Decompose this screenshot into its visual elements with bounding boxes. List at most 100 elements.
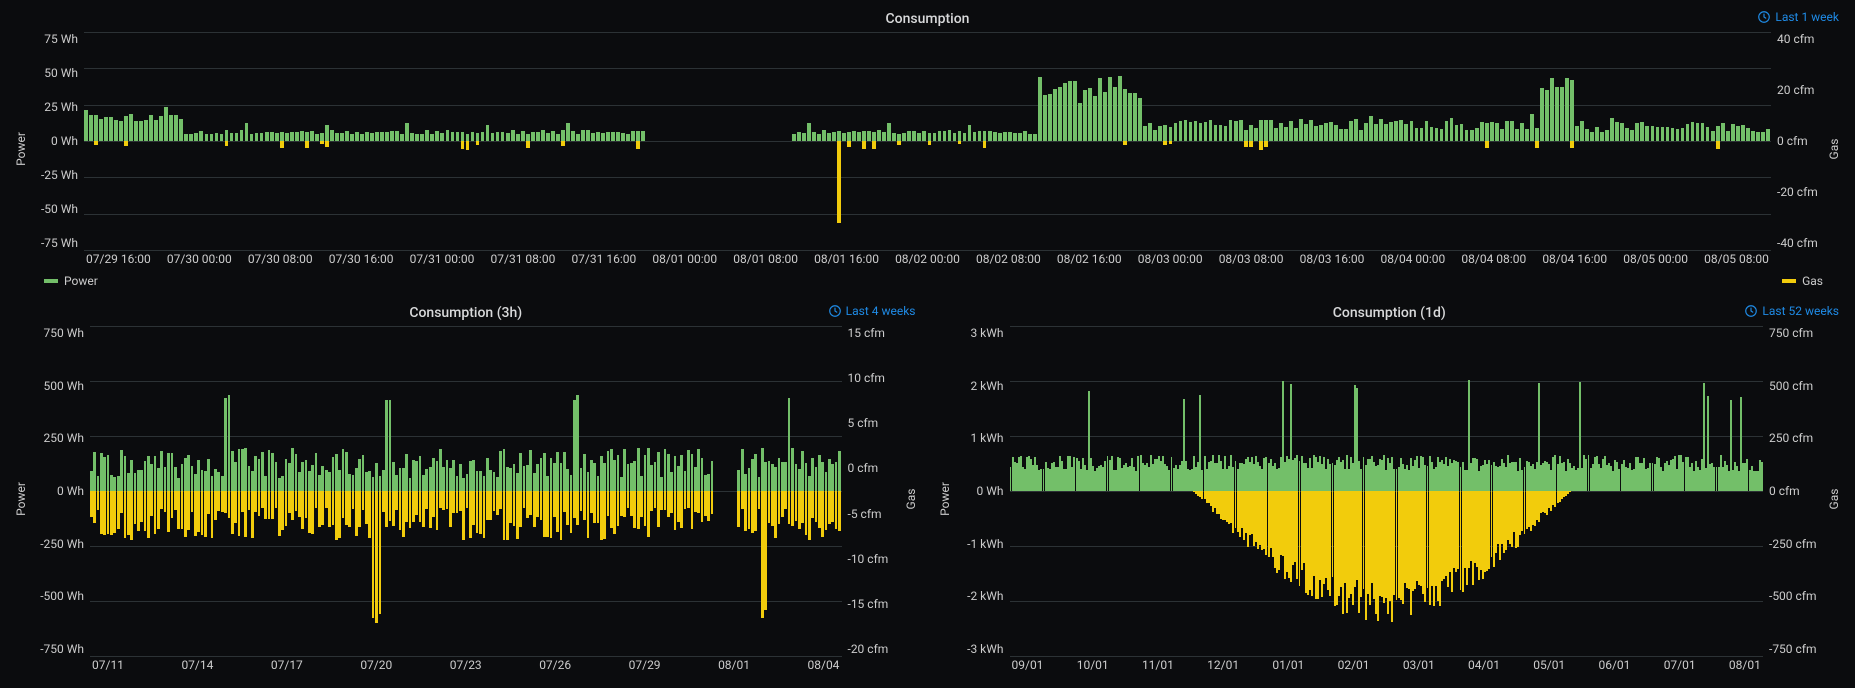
tick-label: 07/17 [271, 658, 303, 676]
tick-label: 50 Wh [44, 66, 78, 80]
legend: Power Gas [14, 270, 1841, 290]
tick-label: 250 cfm [1769, 431, 1813, 445]
time-range-label: Last 52 weeks [1762, 304, 1839, 318]
tick-label: 75 Wh [44, 32, 78, 46]
tick-label: -250 Wh [40, 537, 84, 551]
time-range-picker[interactable]: Last 4 weeks [828, 304, 916, 318]
panel-consumption-1d: Consumption (1d) Last 52 weeks Power 3 k… [930, 298, 1850, 684]
legend-label-power: Power [64, 274, 98, 288]
tick-label: -500 cfm [1769, 589, 1817, 603]
tick-label: -15 cfm [848, 597, 889, 611]
dashboard: Consumption Last 1 week Power 75 Wh 50 Wh… [0, 0, 1855, 688]
tick-label: 2 kWh [970, 379, 1003, 393]
tick-label: 07/20 [360, 658, 392, 676]
tick-label: 07/31 00:00 [410, 252, 475, 270]
y-axis-label-left: Power [14, 482, 28, 516]
tick-label: 08/01 [1729, 658, 1761, 676]
swatch-power [44, 279, 58, 283]
tick-label: 08/05 00:00 [1623, 252, 1688, 270]
time-range-picker[interactable]: Last 1 week [1757, 10, 1839, 24]
tick-label: 07/31 08:00 [491, 252, 556, 270]
tick-label: 07/30 08:00 [248, 252, 313, 270]
swatch-gas [1782, 279, 1796, 283]
tick-label: -10 cfm [848, 552, 889, 566]
plot-area[interactable]: 07/29 16:00 07/30 00:00 07/30 08:00 07/30 1… [84, 28, 1771, 270]
tick-label: 500 cfm [1769, 379, 1813, 393]
tick-label: -75 Wh [41, 236, 78, 250]
tick-label: 06/01 [1598, 658, 1630, 676]
tick-label: 07/29 16:00 [86, 252, 151, 270]
tick-label: -25 Wh [41, 168, 78, 182]
tick-label: 07/14 [181, 658, 213, 676]
tick-label: 07/30 00:00 [167, 252, 232, 270]
tick-label: 07/31 16:00 [571, 252, 636, 270]
tick-label: 07/01 [1664, 658, 1696, 676]
legend-label-gas: Gas [1802, 274, 1823, 288]
plot-area[interactable]: 07/1107/1407/1707/2007/2307/2607/2908/01… [90, 322, 842, 676]
tick-label: -50 Wh [41, 202, 78, 216]
tick-label: 08/02 08:00 [976, 252, 1041, 270]
time-range-picker[interactable]: Last 52 weeks [1744, 304, 1839, 318]
tick-label: 10 cfm [848, 371, 885, 385]
y-axis-left-ticks: 750 Wh500 Wh250 Wh0 Wh-250 Wh-500 Wh-750… [28, 322, 84, 676]
tick-label: 09/01 [1012, 658, 1044, 676]
y-axis-right-ticks: 15 cfm10 cfm5 cfm0 cfm-5 cfm-10 cfm-15 c… [848, 322, 904, 676]
tick-label: 500 Wh [44, 379, 84, 393]
tick-label: 07/30 16:00 [329, 252, 394, 270]
tick-label: -250 cfm [1769, 537, 1817, 551]
bars [1010, 326, 1764, 656]
tick-label: 5 cfm [848, 416, 879, 430]
y-axis-label-right: Gas [1827, 139, 1841, 160]
plot[interactable]: Power 75 Wh50 Wh25 Wh0 Wh-25 Wh-50 Wh-75… [14, 28, 1841, 270]
tick-label: -5 cfm [848, 507, 882, 521]
tick-label: 40 cfm [1777, 32, 1814, 46]
tick-label: 0 cfm [1769, 484, 1800, 498]
time-range-label: Last 1 week [1775, 10, 1839, 24]
y-axis-left-ticks: 75 Wh50 Wh25 Wh0 Wh-25 Wh-50 Wh-75 Wh [28, 28, 78, 270]
y-axis-right-ticks: 750 cfm500 cfm250 cfm0 cfm-250 cfm-500 c… [1769, 322, 1827, 676]
clock-icon [828, 304, 842, 318]
panel-header: Consumption (3h) Last 4 weeks [14, 304, 918, 322]
plot-area[interactable]: 09/0110/0111/0112/0101/0102/0103/0104/01… [1010, 322, 1764, 676]
tick-label: 02/01 [1338, 658, 1370, 676]
tick-label: 08/01 [718, 658, 750, 676]
tick-label: 08/04 08:00 [1461, 252, 1526, 270]
tick-label: 07/29 [629, 658, 661, 676]
panel-title: Consumption [886, 11, 970, 27]
clock-icon [1744, 304, 1758, 318]
tick-label: -3 kWh [967, 642, 1003, 656]
tick-label: 05/01 [1533, 658, 1565, 676]
tick-label: -500 Wh [40, 589, 84, 603]
tick-label: 0 Wh [57, 484, 84, 498]
tick-label: 08/04 00:00 [1381, 252, 1446, 270]
y-axis-left-ticks: 3 kWh2 kWh1 kWh0 Wh-1 kWh-2 kWh-3 kWh [952, 322, 1004, 676]
panel-consumption-3h: Consumption (3h) Last 4 weeks Power 750 … [6, 298, 926, 684]
tick-label: 01/01 [1272, 658, 1304, 676]
bars [84, 32, 1771, 250]
tick-label: -20 cfm [848, 642, 889, 656]
tick-label: 0 cfm [1777, 134, 1808, 148]
tick-label: 08/03 16:00 [1300, 252, 1365, 270]
tick-label: 08/05 08:00 [1704, 252, 1769, 270]
tick-label: 08/01 00:00 [652, 252, 717, 270]
panel-consumption-1w: Consumption Last 1 week Power 75 Wh 50 Wh… [6, 4, 1849, 298]
panel-title: Consumption (3h) [409, 305, 522, 321]
time-range-label: Last 4 weeks [846, 304, 916, 318]
tick-label: -750 Wh [40, 642, 84, 656]
plot[interactable]: Power 3 kWh2 kWh1 kWh0 Wh-1 kWh-2 kWh-3 … [938, 322, 1842, 676]
tick-label: 04/01 [1468, 658, 1500, 676]
tick-label: 0 cfm [848, 461, 879, 475]
tick-label: 08/02 00:00 [895, 252, 960, 270]
tick-label: 1 kWh [970, 431, 1003, 445]
tick-label: -20 cfm [1777, 185, 1818, 199]
tick-label: 08/03 08:00 [1219, 252, 1284, 270]
legend-item-gas[interactable]: Gas [1782, 274, 1823, 288]
bars [90, 326, 842, 656]
tick-label: 08/04 16:00 [1542, 252, 1607, 270]
tick-label: 03/01 [1403, 658, 1435, 676]
tick-label: 08/01 08:00 [733, 252, 798, 270]
tick-label: 750 Wh [44, 326, 84, 340]
legend-item-power[interactable]: Power [44, 274, 98, 288]
plot[interactable]: Power 750 Wh500 Wh250 Wh0 Wh-250 Wh-500 … [14, 322, 918, 676]
y-axis-label-right: Gas [1827, 489, 1841, 510]
